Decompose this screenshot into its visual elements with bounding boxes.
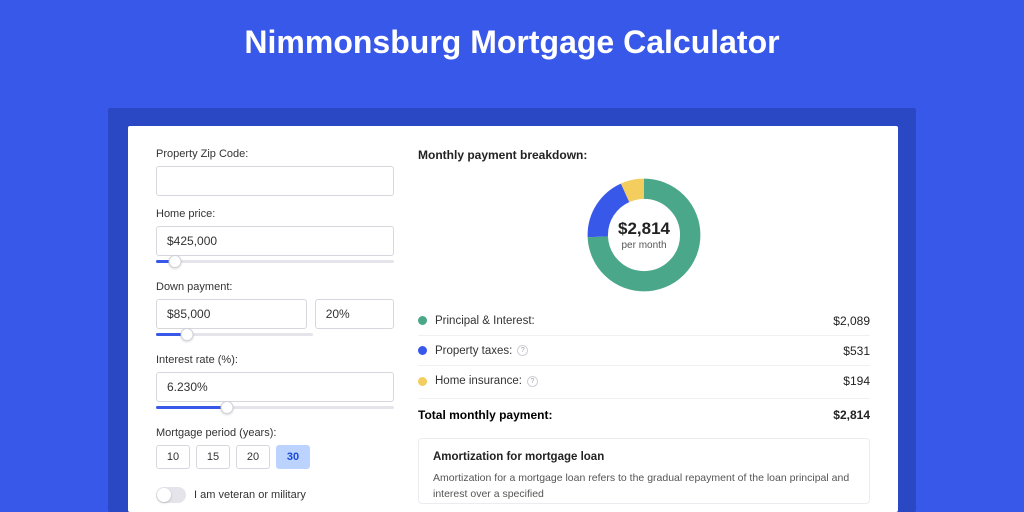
period-btn-10[interactable]: 10 <box>156 445 190 469</box>
legend-dot-icon <box>418 346 427 355</box>
amortization-box: Amortization for mortgage loan Amortizat… <box>418 438 870 504</box>
amortization-text: Amortization for a mortgage loan refers … <box>433 471 855 503</box>
veteran-toggle[interactable] <box>156 487 186 503</box>
total-row: Total monthly payment: $2,814 <box>418 398 870 428</box>
home-price-input[interactable] <box>156 226 394 256</box>
zip-label: Property Zip Code: <box>156 148 394 160</box>
period-btn-30[interactable]: 30 <box>276 445 310 469</box>
rate-input[interactable] <box>156 372 394 402</box>
legend-label: Home insurance: <box>435 375 522 387</box>
breakdown-title: Monthly payment breakdown: <box>418 148 870 162</box>
calculator-card: Property Zip Code: Home price: Down paym… <box>128 126 898 512</box>
legend-row: Home insurance:? $194 <box>418 366 870 396</box>
legend-value: $531 <box>843 344 870 358</box>
home-price-slider[interactable] <box>156 255 394 269</box>
down-percent-input[interactable] <box>315 299 394 329</box>
legend-row: Principal & Interest: $2,089 <box>418 306 870 336</box>
home-price-label: Home price: <box>156 208 394 220</box>
zip-input[interactable] <box>156 166 394 196</box>
rate-slider[interactable] <box>156 401 394 415</box>
info-icon[interactable]: ? <box>517 345 528 356</box>
period-label: Mortgage period (years): <box>156 427 394 439</box>
donut-sublabel: per month <box>621 240 666 251</box>
info-icon[interactable]: ? <box>527 376 538 387</box>
total-value: $2,814 <box>833 408 870 422</box>
total-label: Total monthly payment: <box>418 408 552 422</box>
legend-dot-icon <box>418 377 427 386</box>
down-payment-slider[interactable] <box>156 328 313 342</box>
amortization-title: Amortization for mortgage loan <box>433 451 855 463</box>
breakdown-column: Monthly payment breakdown: $2,814 per mo… <box>418 148 870 512</box>
donut-amount: $2,814 <box>618 219 670 239</box>
down-amount-input[interactable] <box>156 299 307 329</box>
legend-dot-icon <box>418 316 427 325</box>
toggle-knob-icon <box>157 488 171 502</box>
legend-value: $194 <box>843 374 870 388</box>
down-payment-label: Down payment: <box>156 281 394 293</box>
legend-label: Property taxes: <box>435 345 512 357</box>
period-btn-20[interactable]: 20 <box>236 445 270 469</box>
period-btn-15[interactable]: 15 <box>196 445 230 469</box>
period-buttons: 10152030 <box>156 445 394 469</box>
veteran-label: I am veteran or military <box>194 489 306 501</box>
inputs-column: Property Zip Code: Home price: Down paym… <box>156 148 394 512</box>
legend-value: $2,089 <box>833 314 870 328</box>
page-title: Nimmonsburg Mortgage Calculator <box>0 0 1024 79</box>
slider-thumb-icon[interactable] <box>181 328 194 341</box>
slider-thumb-icon[interactable] <box>169 255 182 268</box>
donut-chart: $2,814 per month <box>418 170 870 306</box>
slider-thumb-icon[interactable] <box>221 401 234 414</box>
rate-label: Interest rate (%): <box>156 354 394 366</box>
legend-label: Principal & Interest: <box>435 315 535 327</box>
legend-row: Property taxes:? $531 <box>418 336 870 366</box>
veteran-toggle-row: I am veteran or military <box>156 487 394 503</box>
